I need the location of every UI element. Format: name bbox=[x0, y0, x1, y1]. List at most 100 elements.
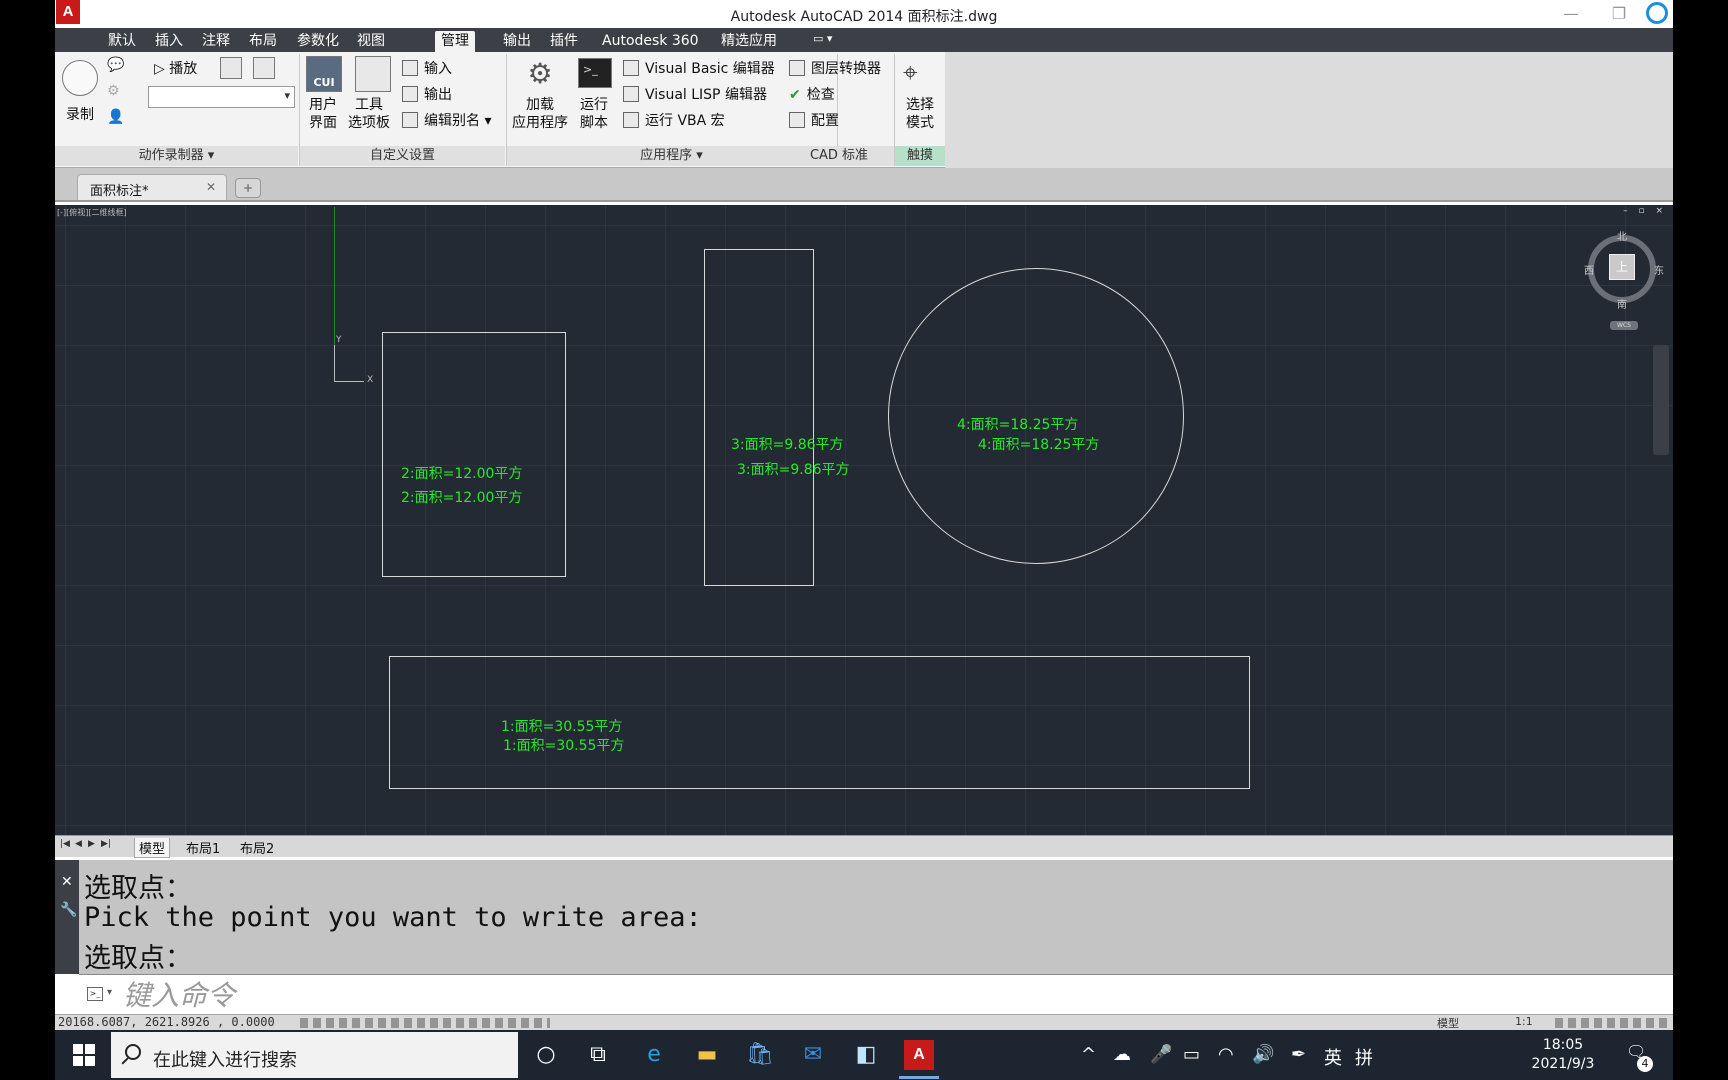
record-label[interactable]: 录制 bbox=[66, 104, 94, 124]
wcs-menu-button[interactable]: WCS bbox=[1610, 321, 1638, 330]
configure-button[interactable]: 配置 bbox=[789, 110, 839, 130]
tab-layout[interactable]: 布局 bbox=[243, 31, 283, 52]
area-label[interactable]: 1:面积=30.55平方 bbox=[503, 735, 624, 755]
record-icon[interactable] bbox=[62, 60, 98, 96]
action-recorder-panel-title[interactable]: 动作录制器 ▾ bbox=[55, 146, 298, 166]
tool-palettes-icon[interactable] bbox=[355, 56, 391, 92]
new-tab-button[interactable]: + bbox=[235, 178, 261, 198]
chevron-down-icon[interactable]: ▾ bbox=[107, 987, 112, 998]
viewcube-top-face[interactable]: 上 bbox=[1609, 254, 1635, 280]
wrench-icon[interactable]: 🔧 bbox=[60, 902, 77, 918]
tab-output[interactable]: 输出 bbox=[497, 31, 537, 52]
area-label[interactable]: 4:面积=18.25平方 bbox=[957, 414, 1078, 434]
viewport-label[interactable]: [-][俯视][二维线框] bbox=[57, 207, 127, 218]
edge-browser-icon[interactable]: e bbox=[639, 1040, 669, 1070]
tab-annotate[interactable]: 注释 bbox=[196, 31, 236, 52]
navigation-bar[interactable] bbox=[1653, 345, 1669, 455]
cortana-circle-icon[interactable]: ○ bbox=[531, 1040, 561, 1070]
taskbar-search-box[interactable]: 在此键入进行搜索 bbox=[111, 1032, 518, 1078]
area-label[interactable]: 2:面积=12.00平方 bbox=[401, 487, 522, 507]
minimize-button[interactable]: — bbox=[1553, 2, 1589, 26]
coordinate-readout[interactable]: 20168.6087, 2621.8926 , 0.0000 bbox=[58, 1015, 275, 1029]
macro-select[interactable]: ▾ bbox=[148, 86, 295, 108]
area-label[interactable]: 2:面积=12.00平方 bbox=[401, 463, 522, 483]
play-button[interactable]: ▷ 播放 bbox=[154, 58, 197, 78]
drawing-canvas[interactable]: [-][俯视][二维线框] – ▫ × Y X 2:面积=12.00平方 2:面… bbox=[55, 205, 1673, 835]
tab-featured-apps[interactable]: 精选应用 bbox=[715, 31, 783, 52]
ime-mode[interactable]: 拼 bbox=[1355, 1044, 1373, 1070]
compass-north[interactable]: 北 bbox=[1617, 228, 1627, 243]
wifi-icon[interactable]: ◠ bbox=[1218, 1044, 1234, 1065]
tab-view[interactable]: 视图 bbox=[351, 31, 391, 52]
user-interface-button[interactable]: 用户 界面 bbox=[309, 96, 337, 132]
windows-start-icon[interactable] bbox=[73, 1044, 95, 1066]
file-explorer-icon[interactable]: ▬ bbox=[692, 1040, 722, 1070]
ribbon-options-dropdown[interactable]: ▭ ▾ bbox=[813, 32, 832, 45]
tab-layout2[interactable]: 布局2 bbox=[236, 838, 278, 857]
store-icon[interactable]: 🛍 bbox=[745, 1040, 775, 1070]
preferences-icon[interactable] bbox=[220, 57, 242, 79]
import-button[interactable]: 输入 bbox=[402, 58, 452, 78]
viewport-controls[interactable]: – ▫ × bbox=[1623, 206, 1667, 216]
mail-icon[interactable]: ✉ bbox=[798, 1040, 828, 1070]
restore-button[interactable]: ❐ bbox=[1601, 2, 1637, 26]
vlisp-editor-button[interactable]: Visual LISP 编辑器 bbox=[623, 84, 767, 104]
export-button[interactable]: 输出 bbox=[402, 84, 452, 104]
ime-language[interactable]: 英 bbox=[1324, 1044, 1342, 1070]
tab-layout1[interactable]: 布局1 bbox=[182, 838, 224, 857]
close-icon[interactable]: ✕ bbox=[206, 180, 216, 194]
select-mode-icon[interactable]: ⌖ bbox=[903, 58, 918, 89]
last-layout-icon[interactable]: ▶| bbox=[101, 839, 111, 849]
onedrive-icon[interactable]: ☁ bbox=[1113, 1044, 1131, 1065]
load-application-icon[interactable]: ⚙ bbox=[522, 56, 558, 92]
status-tray-icons[interactable] bbox=[1555, 1018, 1667, 1028]
vba-editor-button[interactable]: Visual Basic 编辑器 bbox=[623, 58, 775, 78]
macro-manager-icon[interactable] bbox=[253, 57, 275, 79]
pen-icon[interactable]: ✒ bbox=[1291, 1044, 1306, 1065]
volume-icon[interactable]: 🔊 bbox=[1252, 1044, 1274, 1065]
run-script-button[interactable]: 运行 脚本 bbox=[580, 96, 608, 132]
drafting-toggle-icons[interactable] bbox=[300, 1018, 550, 1028]
edit-aliases-button[interactable]: 编辑别名 ▾ bbox=[402, 110, 491, 130]
tab-parametric[interactable]: 参数化 bbox=[291, 31, 345, 52]
tool-palettes-button[interactable]: 工具 选项板 bbox=[348, 96, 390, 132]
area-label[interactable]: 4:面积=18.25平方 bbox=[978, 434, 1099, 454]
tab-autodesk-360[interactable]: Autodesk 360 bbox=[596, 31, 705, 52]
autocad-taskbar-icon[interactable]: A bbox=[904, 1040, 934, 1070]
tab-model[interactable]: 模型 bbox=[134, 838, 171, 858]
compass-east[interactable]: 东 bbox=[1654, 262, 1664, 277]
model-space-button[interactable]: 模型 bbox=[1437, 1015, 1459, 1030]
task-view-icon[interactable]: ⧉ bbox=[583, 1040, 613, 1070]
cui-icon[interactable]: CUI bbox=[306, 56, 342, 92]
tab-manage[interactable]: 管理 bbox=[435, 31, 475, 52]
clock[interactable]: 18:05 2021/9/3 bbox=[1523, 1036, 1603, 1074]
area-label[interactable]: 3:面积=9.86平方 bbox=[731, 434, 844, 454]
prev-layout-icon[interactable]: ◀ bbox=[75, 839, 82, 849]
check-button[interactable]: ✔ 检查 bbox=[789, 84, 835, 104]
first-layout-icon[interactable]: |◀ bbox=[60, 839, 70, 849]
document-tab[interactable]: 面积标注* ✕ bbox=[77, 174, 227, 200]
tab-plugins[interactable]: 插件 bbox=[544, 31, 584, 52]
tab-default[interactable]: 默认 bbox=[102, 31, 142, 52]
area-label[interactable]: 1:面积=30.55平方 bbox=[501, 716, 622, 736]
battery-icon[interactable]: ▭ bbox=[1183, 1044, 1200, 1065]
pinned-app-icon[interactable]: ◧ bbox=[851, 1040, 881, 1070]
tab-insert[interactable]: 插入 bbox=[149, 31, 189, 52]
annotation-scale[interactable]: 1:1 bbox=[1515, 1015, 1533, 1028]
compass-west[interactable]: 西 bbox=[1584, 262, 1594, 277]
load-application-button[interactable]: 加载 应用程序 bbox=[512, 96, 568, 132]
rectangle-2[interactable] bbox=[382, 332, 566, 577]
compass-south[interactable]: 南 bbox=[1617, 296, 1627, 311]
close-icon[interactable]: ✕ bbox=[61, 874, 73, 890]
layer-translator-button[interactable]: 图层转换器 bbox=[789, 58, 881, 78]
run-script-icon[interactable]: >_ bbox=[578, 58, 612, 88]
cortana-icon[interactable] bbox=[1646, 2, 1668, 24]
command-prompt-icon[interactable]: >_ bbox=[87, 987, 103, 1001]
run-vba-macro-button[interactable]: 运行 VBA 宏 bbox=[623, 110, 725, 130]
microphone-icon[interactable]: 🎤 bbox=[1150, 1044, 1172, 1065]
select-mode-button[interactable]: 选择 模式 bbox=[906, 96, 934, 132]
rectangle-3[interactable] bbox=[704, 249, 814, 586]
chevron-up-icon[interactable]: ^ bbox=[1081, 1044, 1096, 1065]
next-layout-icon[interactable]: ▶ bbox=[88, 839, 95, 849]
command-input[interactable] bbox=[123, 979, 1623, 1011]
